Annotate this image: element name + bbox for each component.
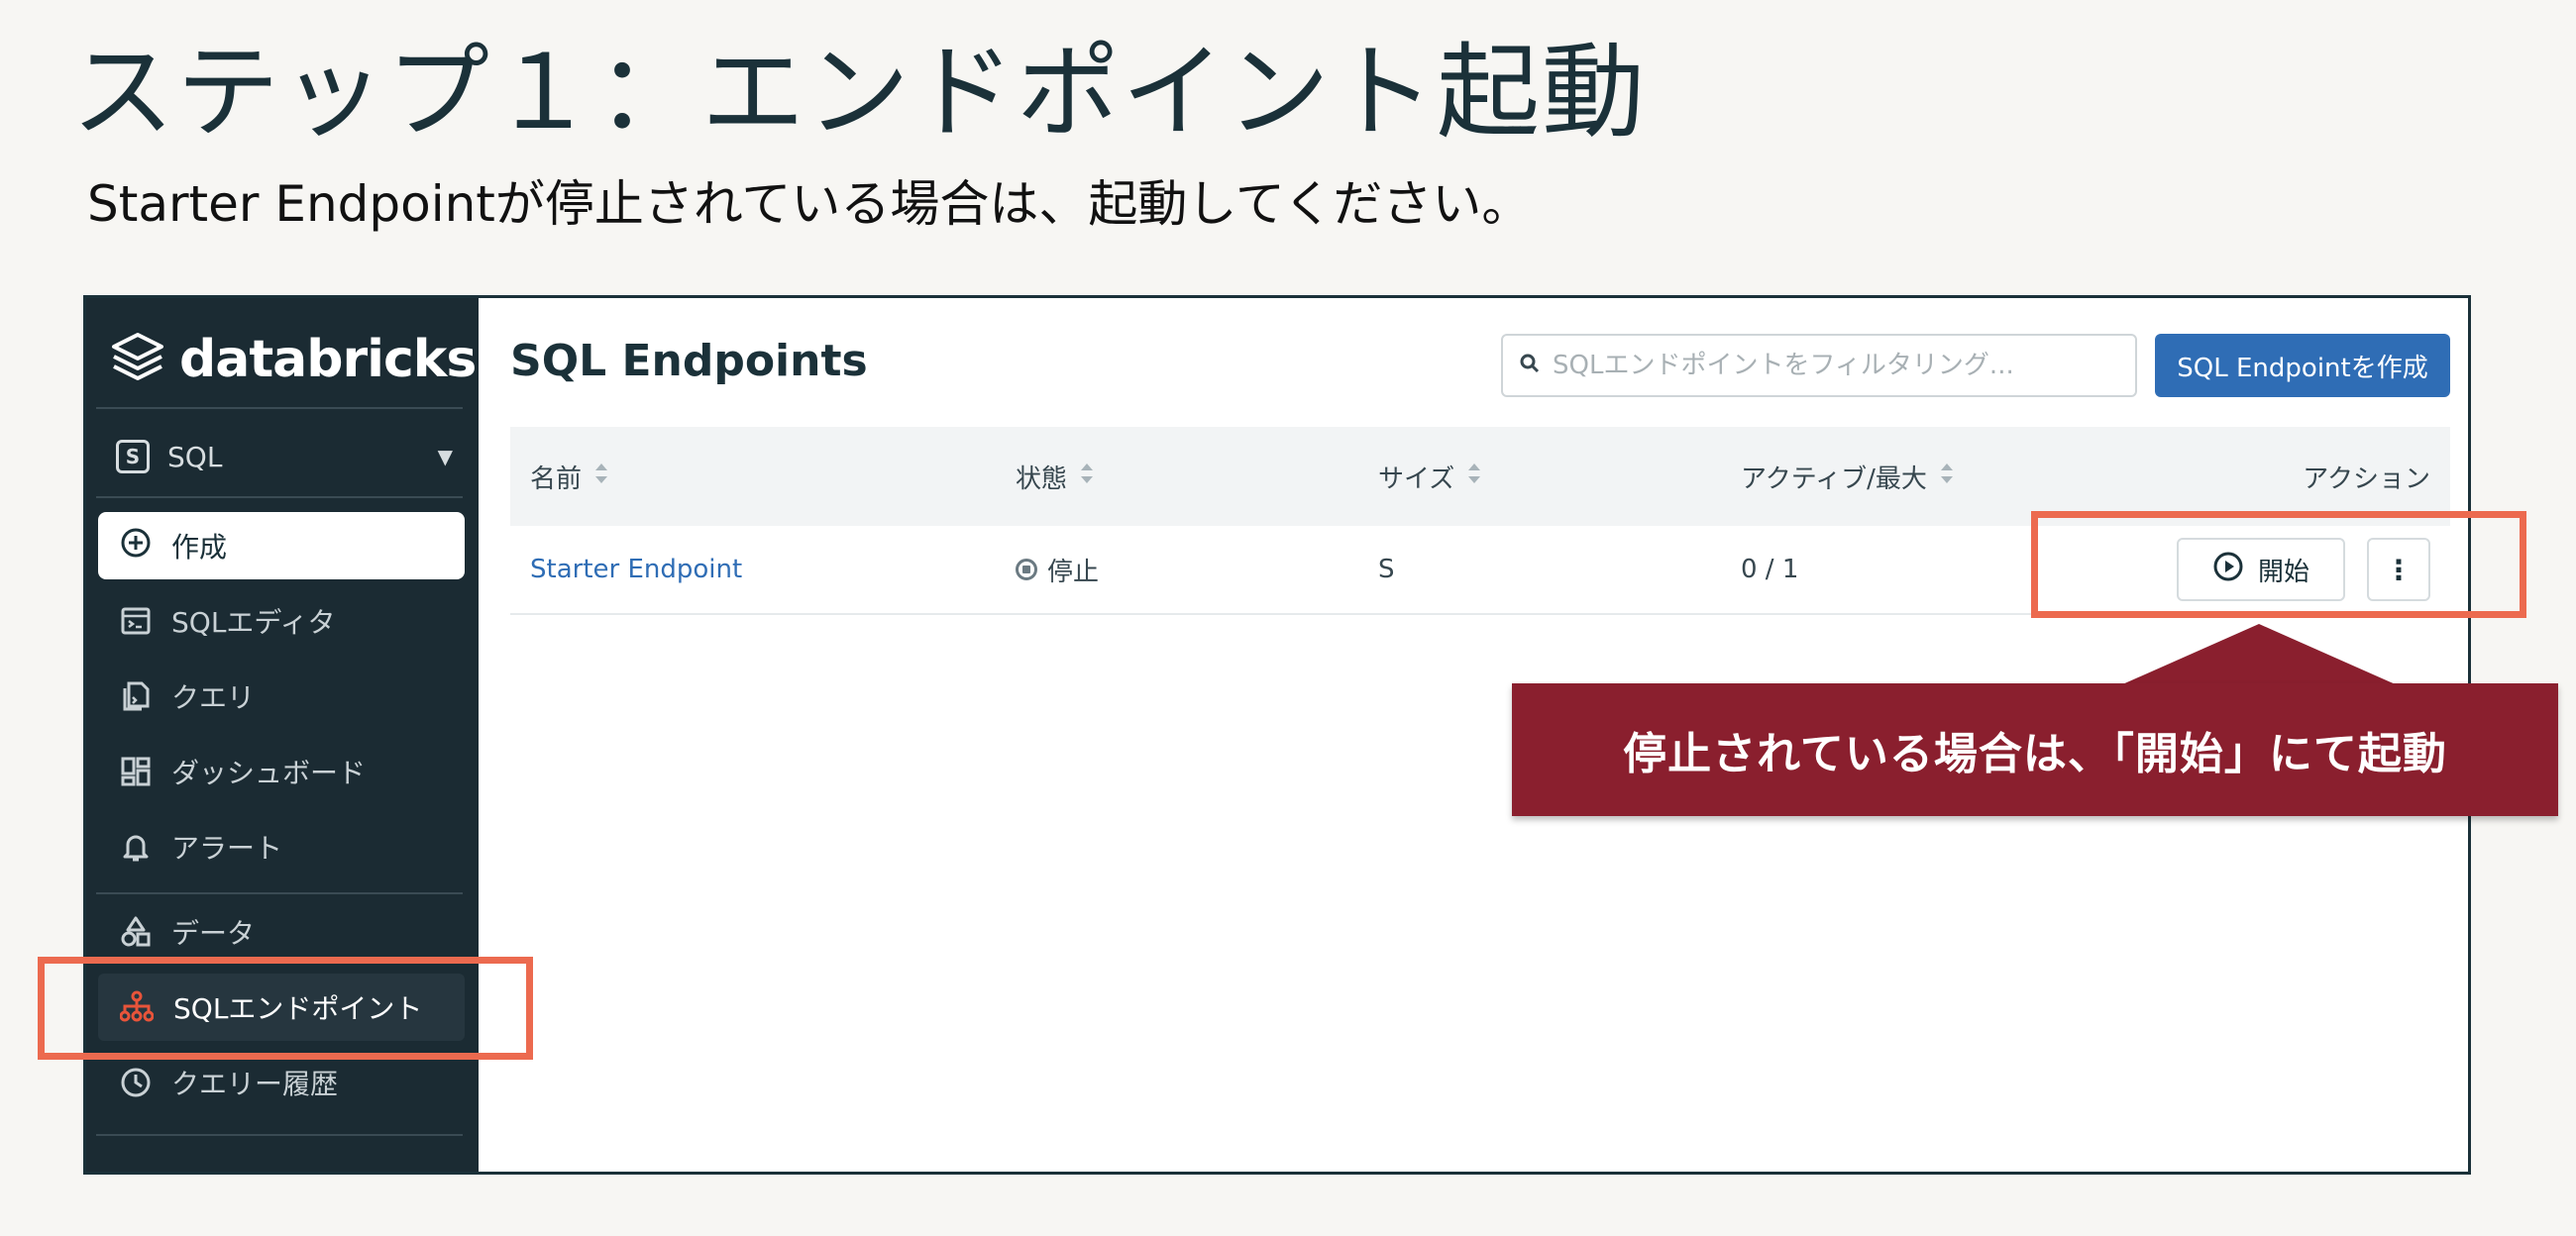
highlight-box-sidebar — [38, 957, 533, 1060]
sort-icon — [1466, 460, 1482, 494]
column-header-label: 名前 — [530, 464, 583, 494]
sidebar-item-label: アラート — [171, 832, 283, 865]
column-header-active-max[interactable]: アクティブ/最大 — [1741, 427, 1955, 526]
sidebar-item-label: SQLエディタ — [171, 606, 336, 639]
endpoint-name-link[interactable]: Starter Endpoint — [530, 526, 742, 613]
query-icon — [120, 680, 152, 712]
create-sql-endpoint-button[interactable]: SQL Endpointを作成 — [2155, 334, 2450, 397]
search-icon — [1519, 353, 1541, 378]
persona-switcher[interactable]: S SQL ▼ — [116, 435, 453, 478]
callout-arrow — [2120, 624, 2398, 685]
caret-down-icon: ▼ — [437, 445, 453, 468]
sort-icon — [1939, 460, 1955, 494]
data-icon — [120, 916, 152, 948]
column-header-label: 状態 — [1016, 464, 1068, 494]
sidebar-item-sql-editor[interactable]: SQLエディタ — [98, 587, 465, 655]
sql-persona-icon: S — [116, 440, 150, 473]
sidebar-item-label: ダッシュボード — [171, 757, 367, 789]
slide-subtitle: Starter Endpointが停止されている場合は、起動してください。 — [87, 175, 1532, 233]
sidebar-item-data[interactable]: データ — [98, 898, 465, 966]
stopped-status-icon — [1016, 559, 1037, 580]
sidebar-item-query[interactable]: クエリ — [98, 663, 465, 730]
instruction-callout: 停止されている場合は、「開始」にて起動 — [1512, 683, 2558, 816]
sidebar-divider — [96, 892, 463, 894]
search-box[interactable] — [1501, 334, 2137, 397]
sidebar-divider — [96, 1134, 463, 1136]
column-header-label: アクション — [2303, 464, 2430, 494]
plus-circle-icon — [120, 527, 152, 566]
column-header-status[interactable]: 状態 — [1016, 427, 1095, 526]
sidebar-item-label: クエリ — [171, 681, 256, 714]
databricks-logo[interactable]: databricks — [110, 330, 477, 389]
column-header-size[interactable]: サイズ — [1378, 427, 1482, 526]
databricks-layers-icon — [110, 331, 165, 388]
column-header-name[interactable]: 名前 — [530, 427, 609, 526]
active-max-cell: 0 / 1 — [1741, 555, 1799, 584]
create-button[interactable]: 作成 — [98, 512, 465, 579]
size-cell: S — [1378, 555, 1395, 584]
status-cell: 停止 — [1016, 526, 1099, 613]
slide-title: ステップ１：エンドポイント起動 — [71, 32, 1648, 153]
sidebar-divider — [96, 407, 463, 409]
column-header-label: サイズ — [1378, 464, 1455, 494]
dashboard-icon — [120, 756, 152, 787]
column-header-label: アクティブ/最大 — [1741, 464, 1927, 494]
sidebar-divider — [96, 496, 463, 498]
sql-editor-icon — [120, 605, 152, 637]
sidebar-item-label: クエリー履歴 — [171, 1068, 339, 1100]
bell-icon — [120, 831, 152, 863]
page-title: SQL Endpoints — [510, 336, 868, 386]
logo-text: databricks — [179, 330, 477, 389]
persona-label: SQL — [167, 440, 223, 473]
sidebar-item-alert[interactable]: アラート — [98, 813, 465, 880]
sidebar-item-label: データ — [171, 917, 256, 950]
clock-icon — [120, 1067, 152, 1098]
sort-icon — [593, 460, 609, 494]
create-label: 作成 — [171, 531, 228, 564]
search-input[interactable] — [1553, 351, 2107, 380]
highlight-box-start — [2031, 511, 2526, 618]
sidebar-item-dashboard[interactable]: ダッシュボード — [98, 738, 465, 805]
status-label: 停止 — [1047, 557, 1100, 587]
sort-icon — [1079, 460, 1095, 494]
